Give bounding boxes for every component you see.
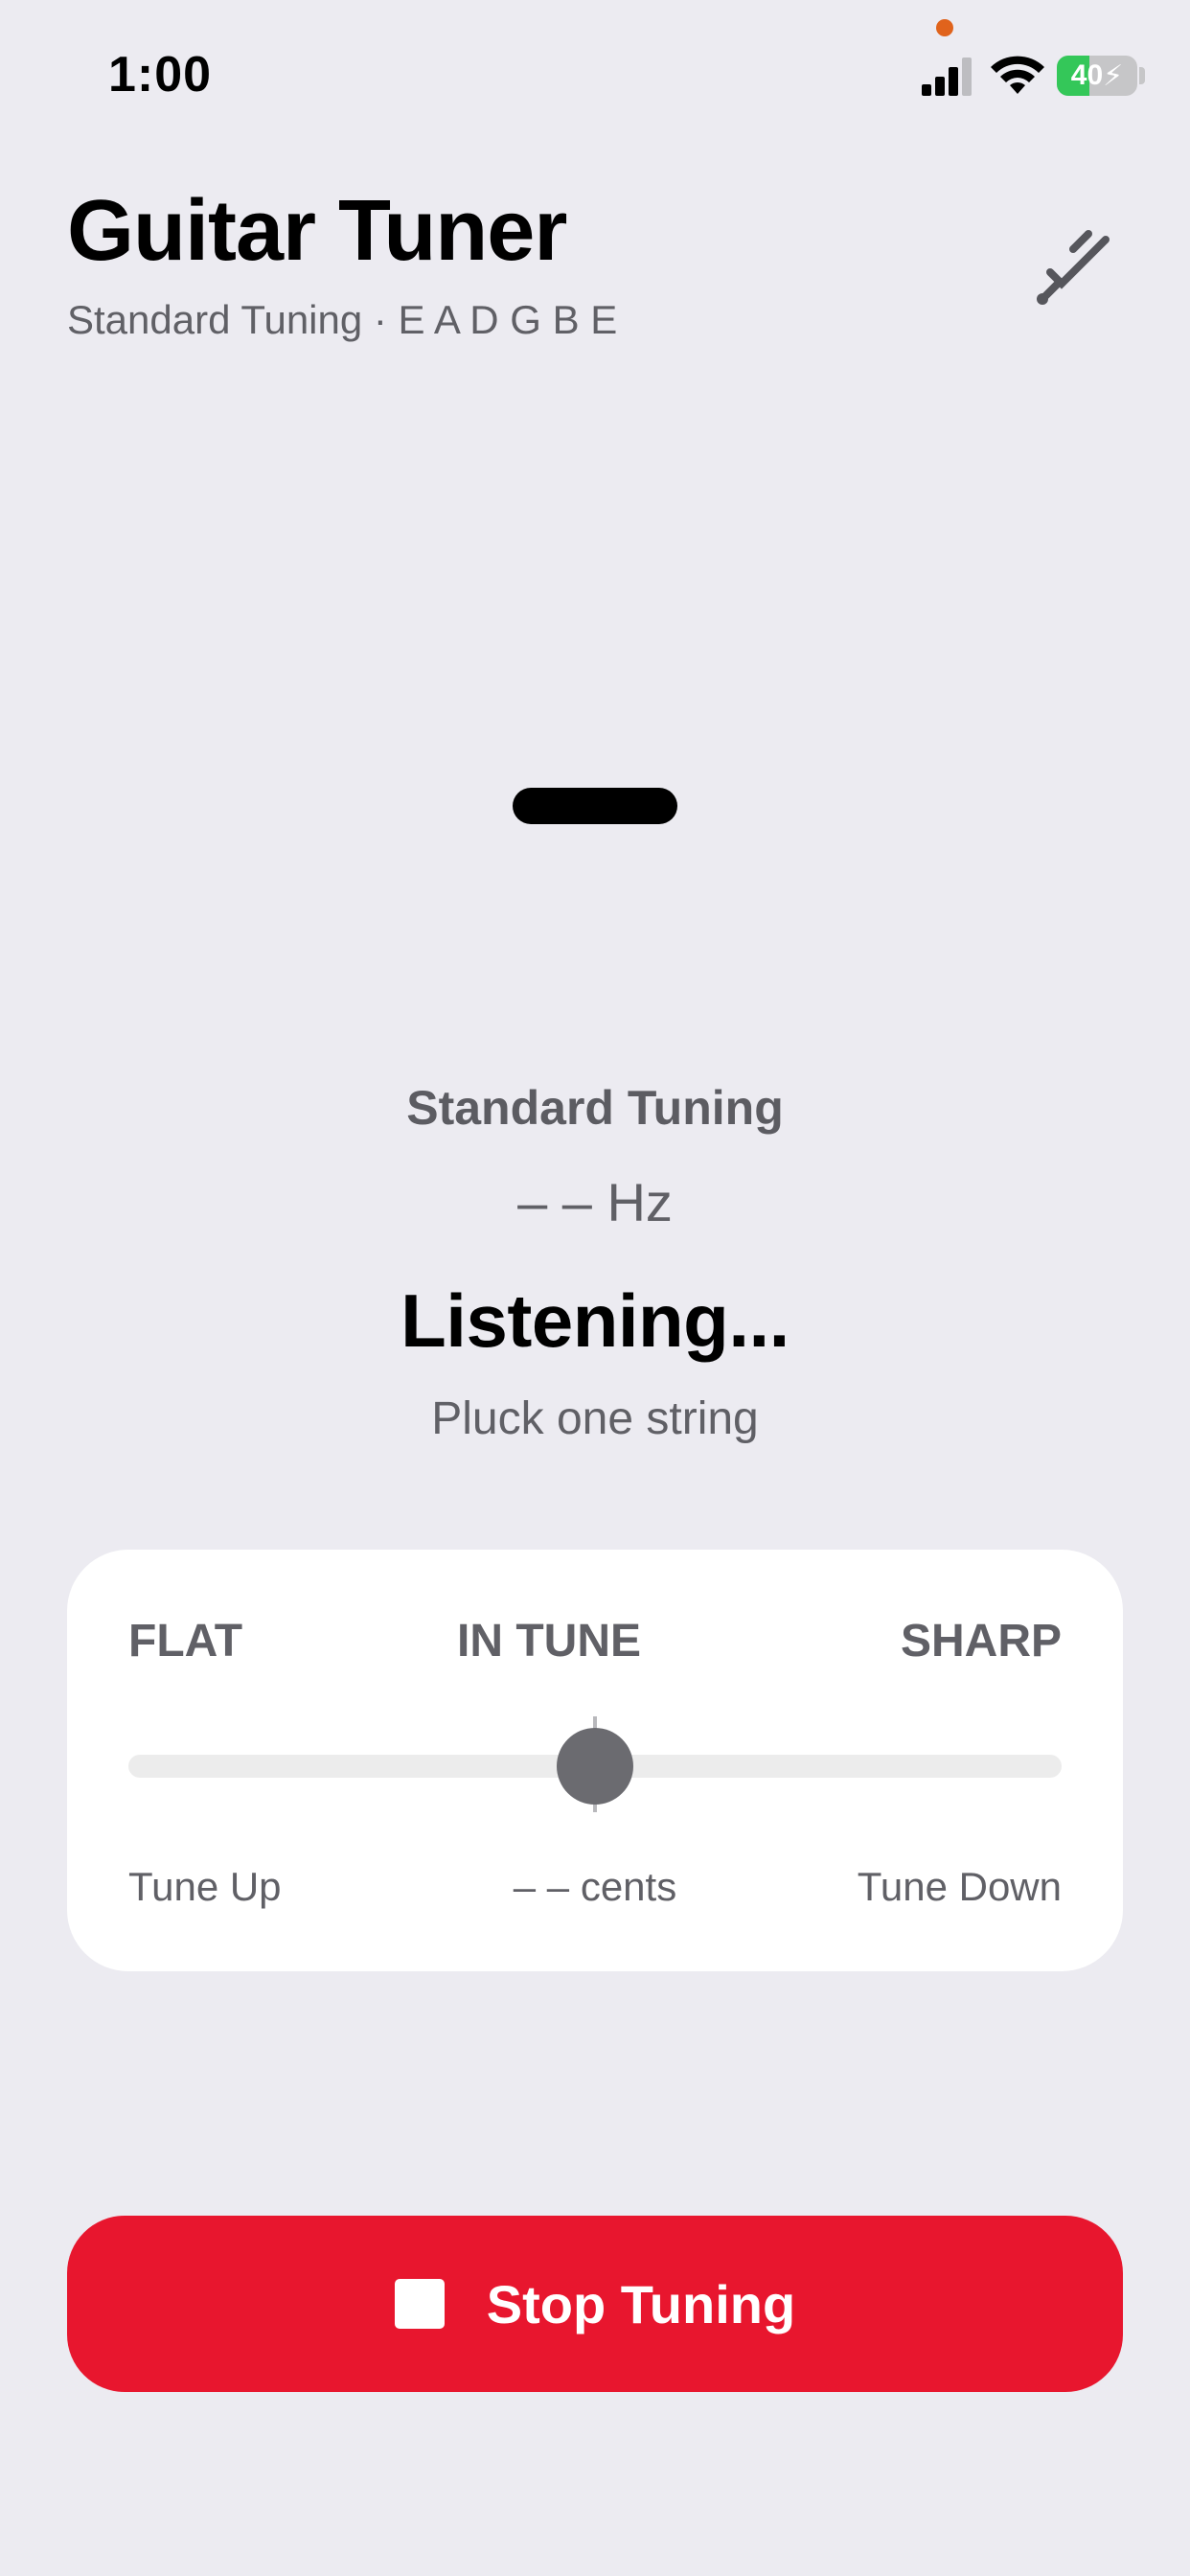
note-display (513, 788, 677, 824)
page-subtitle: Standard Tuning · E A D G B E (67, 297, 618, 342)
tuner-hint: Pluck one string (431, 1393, 759, 1444)
tuning-fork-icon[interactable] (1031, 222, 1117, 309)
frequency-readout: – – Hz (517, 1172, 673, 1232)
privacy-indicator-dot (936, 19, 953, 36)
tuner-status: Listening... (400, 1278, 790, 1363)
stop-tuning-button[interactable]: Stop Tuning (67, 2216, 1123, 2392)
status-time: 1:00 (108, 47, 213, 103)
tune-down-label: Tune Down (857, 1864, 1062, 1909)
battery-level: 40 ⚡ (1070, 59, 1124, 92)
signal-icon (922, 58, 972, 96)
wifi-icon (991, 56, 1044, 94)
tuning-name: Standard Tuning (406, 1081, 784, 1135)
battery-icon: 40 ⚡ (1057, 56, 1137, 96)
tuning-meter-card: FLAT IN TUNE SHARP Tune Up – – cents Tun… (67, 1550, 1123, 1971)
stop-tuning-label: Stop Tuning (486, 2273, 796, 2334)
page-title: Guitar Tuner (67, 183, 567, 279)
battery-cap (1139, 67, 1145, 84)
meter-needle (557, 1728, 633, 1805)
stop-icon (394, 2279, 445, 2329)
sharp-label: SHARP (900, 1616, 1062, 1667)
